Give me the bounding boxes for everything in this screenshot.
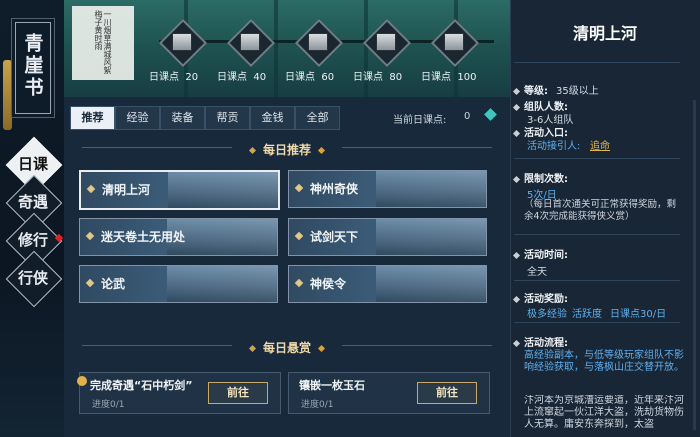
detail-title: 清明上河	[572, 24, 637, 43]
tab-all[interactable]: 全部	[295, 106, 340, 130]
go-button[interactable]: 前往	[417, 382, 477, 404]
book-title-plaque: 青崖书	[15, 22, 51, 114]
chest-icon	[444, 33, 464, 51]
reward-item: 极多经验	[527, 309, 567, 320]
activity-name: 神侯令	[310, 277, 347, 291]
nav-item-label: 日课	[17, 155, 48, 173]
daily-points-label: 当前日课点:	[393, 115, 447, 126]
activity-name: 试剑天下	[310, 230, 359, 244]
milestone-label: 日课点 80	[353, 72, 403, 83]
nav-item-label: 修行	[17, 231, 48, 249]
chest-icon	[240, 33, 260, 51]
nav-item-chivalry[interactable]: 行侠	[5, 250, 63, 308]
daily-points-value: 0	[464, 111, 471, 122]
tab-experience[interactable]: 经验	[115, 106, 160, 130]
milestone-label: 日课点 20	[149, 72, 199, 83]
activity-card-shenzhou[interactable]: 神州奇侠	[288, 170, 487, 208]
activity-card-shijian[interactable]: 试剑天下	[288, 218, 487, 256]
bounty-title: 镶嵌一枚玉石	[299, 379, 365, 392]
milestone-label: 日课点 40	[217, 72, 267, 83]
flow-label: 活动流程:	[514, 334, 568, 349]
nav-item-label: 行侠	[17, 269, 48, 287]
activity-name: 迷天卷土无用处	[101, 230, 186, 244]
limit-label: 限制次数:	[514, 170, 568, 185]
tassel-ornament	[3, 60, 12, 130]
milestone-label: 日课点 60	[285, 72, 335, 83]
tab-money[interactable]: 金钱	[250, 106, 295, 130]
tab-recommend[interactable]: 推荐	[70, 106, 115, 130]
flow-highlight: 高经验副本，与低等级玩家组队不影响经验获取，与落枫山庄交替开放。	[524, 350, 684, 373]
go-button[interactable]: 前往	[208, 382, 268, 404]
daily-progress-banner: 一川烟草满城风絮梅子黄时雨 日课点 20 日课点 40 日课点 60 日课点 8…	[64, 0, 510, 97]
chest-icon	[308, 33, 328, 51]
activity-name: 清明上河	[102, 183, 151, 197]
level-value: 35级以上	[556, 86, 599, 97]
reward-item: 日课点30/日	[610, 309, 667, 320]
tab-guild-contribution[interactable]: 帮贡	[205, 106, 250, 130]
detail-scrollbar[interactable]	[693, 100, 696, 430]
limit-note: （每日首次通关可正常获得奖励，剩余4次完成能获得侠义赏）	[524, 199, 677, 222]
bounty-card: 完成奇遇“石中朽剑” 进度0/1 前往	[77, 372, 281, 414]
tab-equipment[interactable]: 装备	[160, 106, 205, 130]
poem-text: 一川烟草满城风絮梅子黄时雨	[94, 10, 112, 74]
reward-label: 活动奖励:	[514, 290, 568, 305]
entry-prefix: 活动接引人:	[527, 141, 581, 152]
daily-bounty-header: 每日悬赏	[72, 335, 502, 355]
level-label: 等级:	[514, 82, 548, 97]
activity-name: 神州奇侠	[310, 182, 359, 196]
bounty-title: 完成奇遇“石中朽剑”	[90, 379, 193, 392]
activity-card-lunwu[interactable]: 论武	[79, 265, 278, 303]
bounty-card: 镶嵌一枚玉石 进度0/1 前往	[288, 372, 490, 414]
flow-text: 汴河本为京城漕运要道，近年来汴河上流窜起一伙江洋大盗，洗劫货物伤人无算。庸安东奔…	[524, 395, 684, 430]
section-title: 每日推荐	[262, 143, 311, 157]
time-label: 活动时间:	[514, 246, 568, 261]
bounty-progress: 进度0/1	[301, 400, 334, 410]
book-title: 青崖书	[21, 33, 44, 99]
reward-item: 活跃度	[572, 309, 602, 320]
chest-icon	[376, 33, 396, 51]
entry-npc-link[interactable]: 追命	[590, 137, 610, 152]
activity-card-qingming[interactable]: 清明上河	[79, 170, 280, 210]
nav-item-label: 奇遇	[17, 193, 48, 211]
time-value: 全天	[527, 267, 547, 278]
poem-scroll: 一川烟草满城风絮梅子黄时雨	[72, 6, 134, 80]
daily-recommend-header: 每日推荐	[72, 137, 502, 157]
chest-icon	[172, 33, 192, 51]
activity-card-mitian[interactable]: 迷天卷土无用处	[79, 218, 278, 256]
milestone-label: 日课点 100	[421, 72, 477, 83]
bounty-progress: 进度0/1	[92, 400, 125, 410]
activity-name: 论武	[101, 277, 126, 291]
activity-card-shenhou[interactable]: 神侯令	[288, 265, 487, 303]
section-title: 每日悬赏	[262, 341, 311, 355]
bounty-badge-icon	[77, 376, 87, 386]
